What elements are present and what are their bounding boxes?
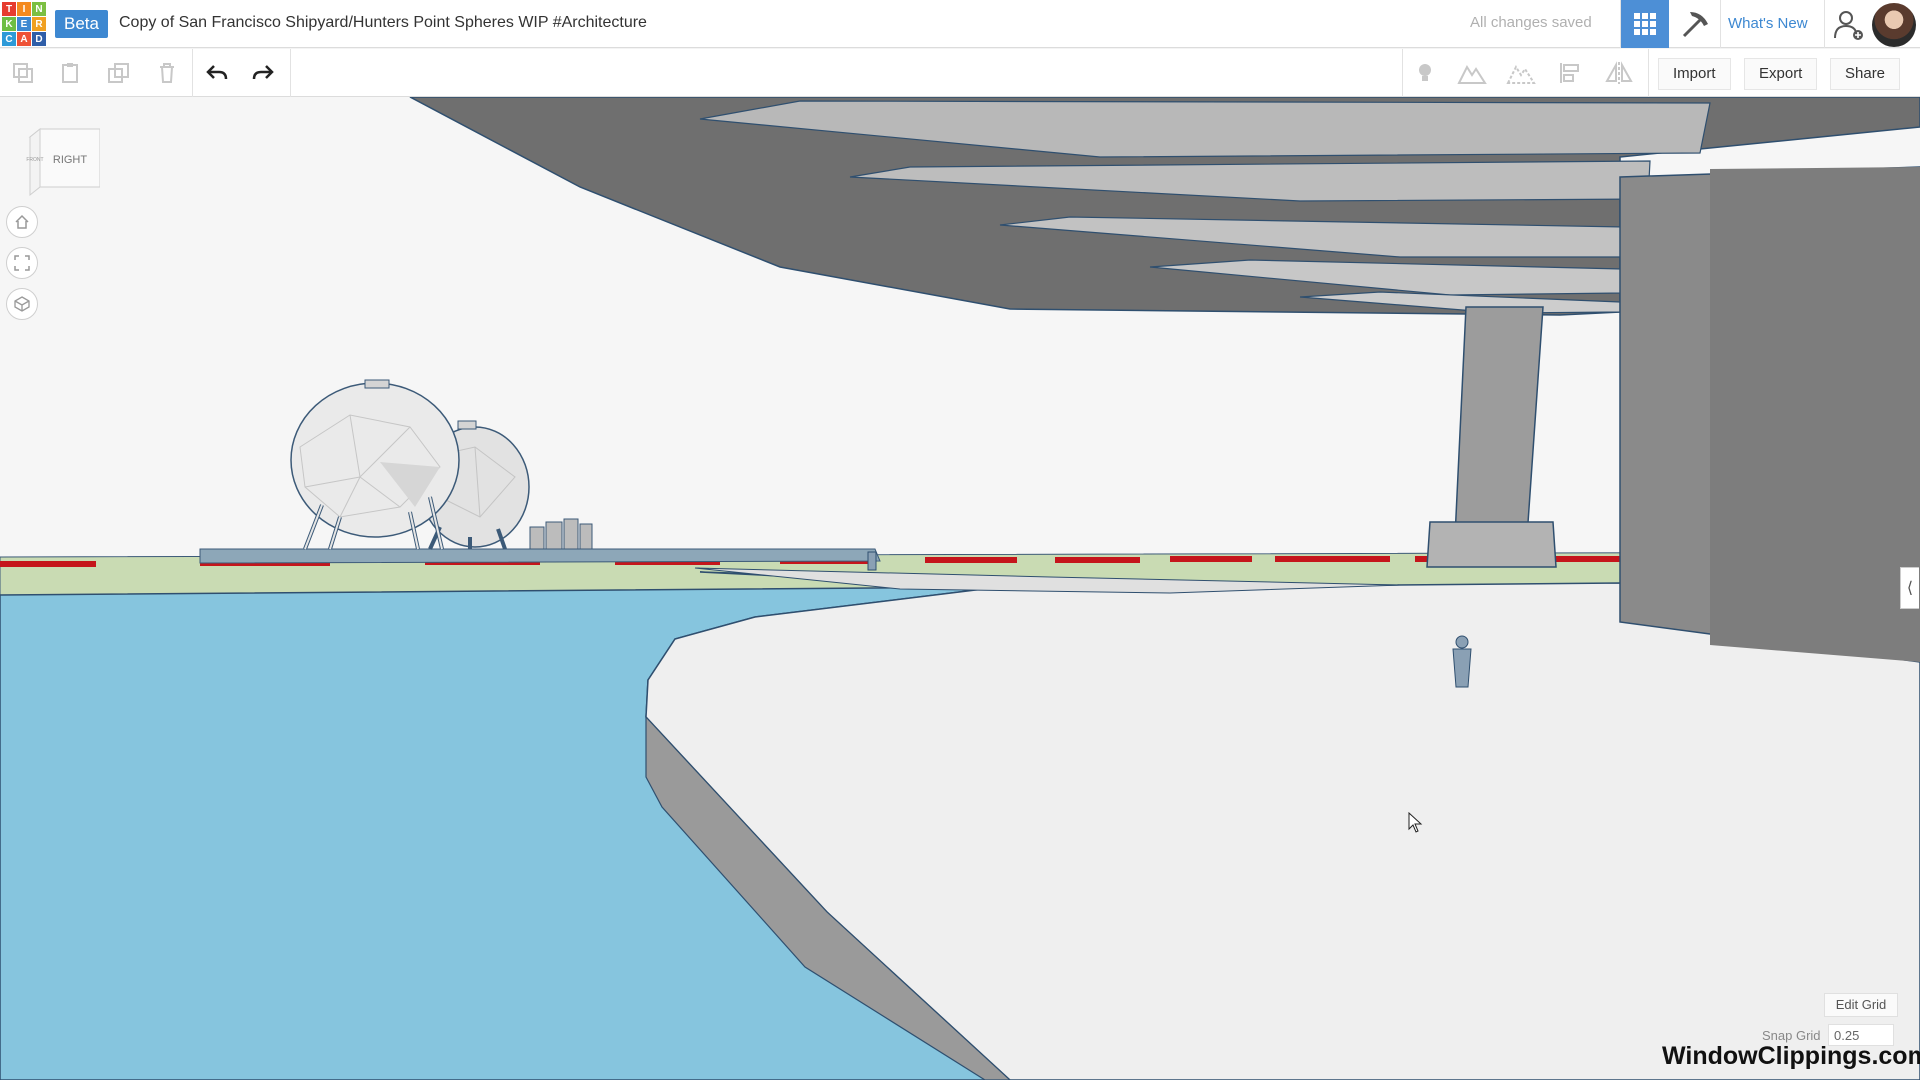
mouse-cursor-icon xyxy=(1408,812,1423,833)
user-avatar[interactable] xyxy=(1872,3,1916,47)
view-cube-right-label: RIGHT xyxy=(53,154,88,166)
minecraft-tool-button[interactable] xyxy=(1672,0,1720,48)
redo-icon[interactable] xyxy=(248,58,278,88)
top-bar: TIN KER CAD Beta Copy of San Francisco Shi… xyxy=(0,0,1920,48)
chevron-left-icon: ⟨ xyxy=(1906,580,1914,597)
3d-scene[interactable] xyxy=(0,97,1920,1080)
divider xyxy=(290,49,291,97)
divider xyxy=(1402,49,1403,97)
workplane-viewport[interactable]: RIGHT FRONT ⟨ xyxy=(0,97,1920,1080)
divider xyxy=(1648,49,1649,97)
mirror-icon[interactable] xyxy=(1604,58,1634,88)
perspective-button[interactable] xyxy=(6,288,38,320)
column-base xyxy=(1426,521,1557,568)
solid-shape-icon[interactable] xyxy=(1457,58,1487,88)
snap-grid-label: Snap Grid xyxy=(1762,1028,1821,1043)
logo-letter: T xyxy=(2,2,16,16)
view-cube-front-label: FRONT xyxy=(26,157,43,163)
divider xyxy=(1720,0,1721,48)
paste-icon[interactable] xyxy=(56,58,86,88)
view-cube[interactable]: RIGHT FRONT xyxy=(26,127,100,197)
fit-view-icon xyxy=(14,255,30,271)
logo-letter: E xyxy=(17,17,31,31)
undo-icon[interactable] xyxy=(202,58,232,88)
light-bulb-icon[interactable] xyxy=(1410,58,1440,88)
import-button[interactable]: Import xyxy=(1658,58,1731,90)
grid-icon xyxy=(1634,13,1656,35)
home-view-icon xyxy=(15,214,29,229)
add-user-icon[interactable] xyxy=(1832,8,1866,42)
design-grid-button[interactable] xyxy=(1621,0,1669,48)
divider xyxy=(1824,0,1825,48)
logo-letter: D xyxy=(32,32,46,46)
small-buildings xyxy=(529,518,593,550)
pickaxe-icon xyxy=(1682,12,1708,38)
edit-grid-button[interactable]: Edit Grid xyxy=(1824,993,1898,1017)
watermark-text: WindowClippings.com xyxy=(1662,1042,1920,1070)
logo-letter: I xyxy=(17,2,31,16)
logo-letter: A xyxy=(17,32,31,46)
collapse-panel-button[interactable]: ⟨ xyxy=(1900,567,1919,609)
logo-letter: R xyxy=(32,17,46,31)
copy-icon[interactable] xyxy=(8,58,38,88)
document-title[interactable]: Copy of San Francisco Shipyard/Hunters P… xyxy=(119,14,647,32)
export-button[interactable]: Export xyxy=(1744,58,1818,90)
delete-icon[interactable] xyxy=(152,58,182,88)
fit-view-button[interactable] xyxy=(6,247,38,279)
logo-letter: K xyxy=(2,17,16,31)
logo-letter: C xyxy=(2,32,16,46)
home-view-button[interactable] xyxy=(6,206,38,238)
support-column xyxy=(1454,306,1544,538)
hole-shape-icon[interactable] xyxy=(1506,58,1536,88)
edit-toolbar: Import Export Share xyxy=(0,49,1920,97)
sphere-base xyxy=(199,548,881,564)
whats-new-link[interactable]: What's New xyxy=(1728,15,1808,32)
perspective-icon xyxy=(14,296,30,312)
divider xyxy=(192,49,193,97)
save-status: All changes saved xyxy=(1470,14,1592,31)
share-button[interactable]: Share xyxy=(1830,58,1901,90)
duplicate-icon[interactable] xyxy=(104,58,134,88)
tinkercad-logo[interactable]: TIN KER CAD xyxy=(2,2,46,46)
beta-badge: Beta xyxy=(55,10,108,38)
align-icon[interactable] xyxy=(1555,58,1585,88)
wall-face xyxy=(1710,167,1920,662)
logo-letter: N xyxy=(32,2,46,16)
